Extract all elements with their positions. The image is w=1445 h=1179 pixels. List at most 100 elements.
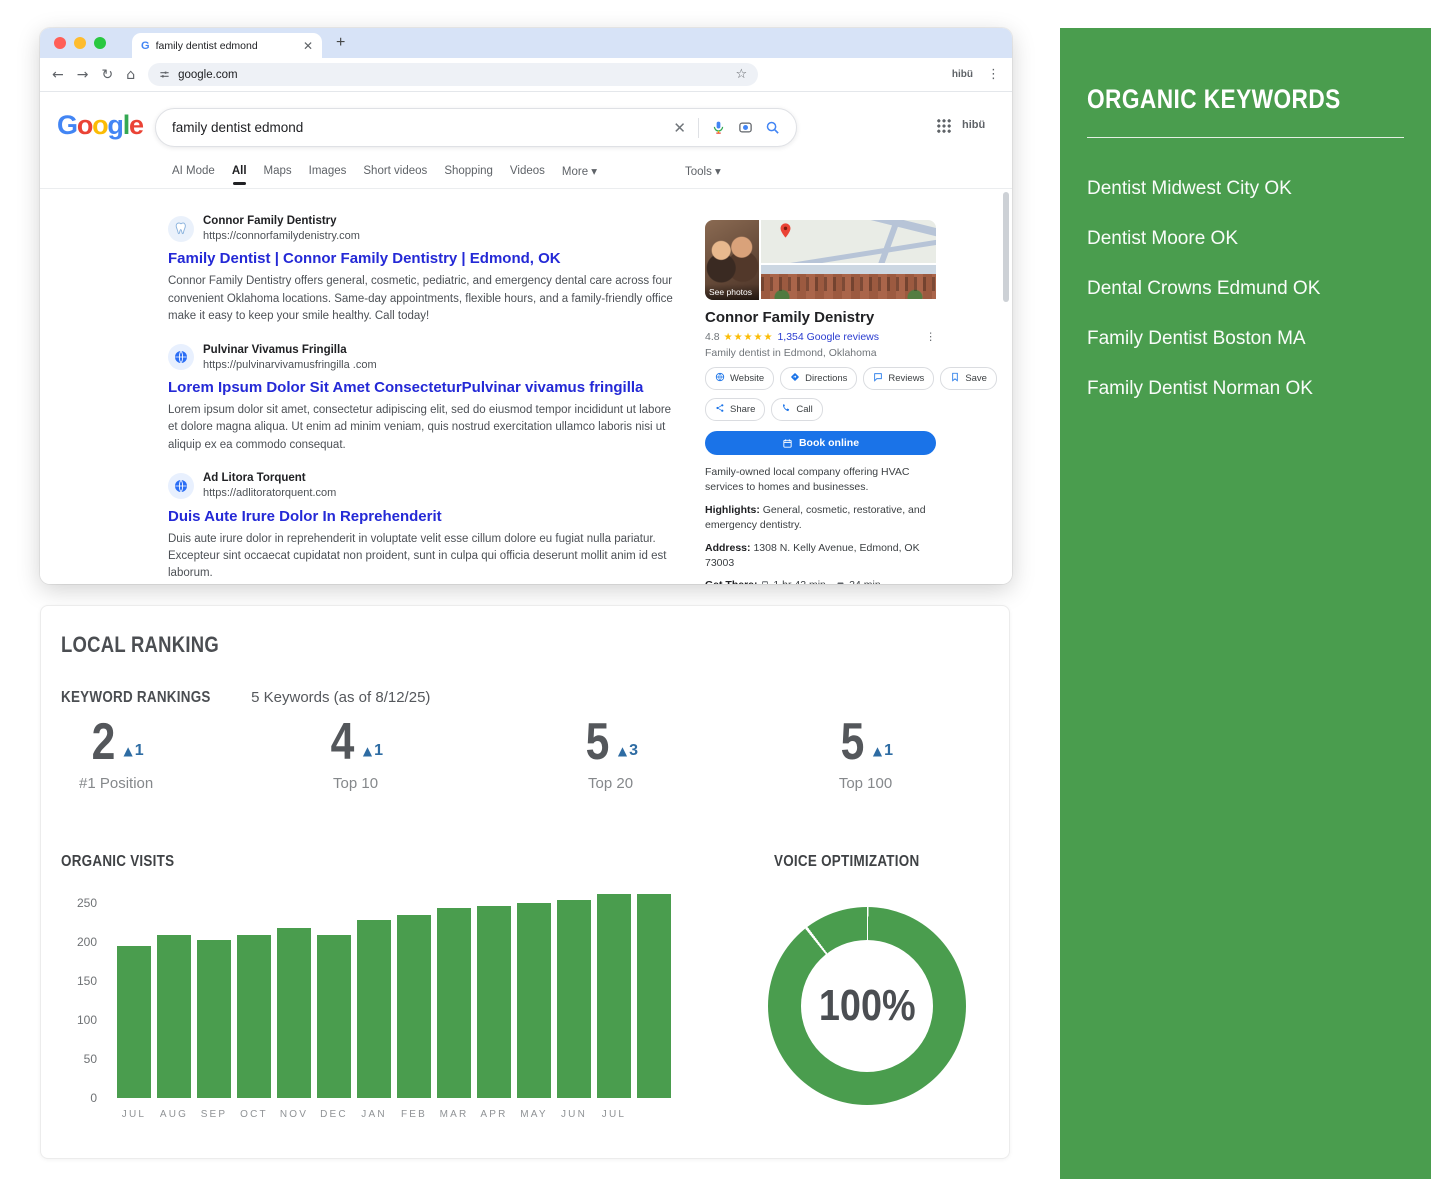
serp-tab-shopping[interactable]: Shopping — [444, 165, 493, 177]
chip-reviews[interactable]: Reviews — [863, 367, 934, 390]
business-description: Family-owned local company offering HVAC… — [705, 465, 936, 495]
y-tick-label: 200 — [77, 935, 97, 949]
browser-menu-icon[interactable]: ⋮ — [987, 67, 1000, 82]
up-triangle-icon: ▲ — [618, 744, 627, 758]
result-title-link[interactable]: Lorem Ipsum Dolor Sit Amet ConsecteturPu… — [168, 379, 692, 396]
browser-tab[interactable]: G family dentist edmond ✕ — [132, 33, 322, 58]
organic-visits-bar — [237, 935, 271, 1098]
reviews-icon — [873, 372, 883, 385]
home-icon[interactable]: ⌂ — [126, 68, 135, 82]
bar-column: JUL — [597, 894, 631, 1098]
bookmark-star-icon[interactable]: ☆ — [735, 67, 747, 82]
result-header[interactable]: Ad Litora Torquenthttps://adlitoratorque… — [168, 471, 692, 500]
bar-column: MAR — [437, 908, 471, 1098]
result-site-name: Ad Litora Torquent — [203, 471, 336, 486]
panel-menu-icon[interactable]: ⋮ — [926, 331, 937, 343]
bar-column: APR — [477, 906, 511, 1098]
forward-arrow-icon[interactable]: → — [77, 68, 89, 82]
x-tick-label: JAN — [361, 1109, 387, 1120]
search-icon[interactable] — [765, 120, 780, 135]
address-bar[interactable]: google.com ☆ — [148, 63, 758, 86]
mic-icon[interactable] — [711, 120, 726, 135]
organic-visits-bar — [117, 946, 151, 1098]
result-header[interactable]: Connor Family Dentistryhttps://connorfam… — [168, 214, 692, 243]
google-apps-grid-icon[interactable] — [937, 119, 951, 133]
reviews-link[interactable]: 1,354 Google reviews — [777, 331, 879, 343]
globe-favicon-icon — [168, 473, 194, 499]
tab-close-icon[interactable]: ✕ — [303, 40, 313, 52]
chip-share[interactable]: Share — [705, 398, 765, 421]
tab-title: family dentist edmond — [156, 40, 297, 52]
see-photos-button[interactable]: See photos — [705, 284, 759, 300]
get-there-label: Get There: — [705, 579, 758, 584]
organic-visits-bar — [317, 935, 351, 1098]
business-photo[interactable]: See photos — [705, 220, 759, 300]
chip-label: Share — [730, 404, 755, 415]
lens-icon[interactable] — [738, 120, 753, 135]
site-settings-icon[interactable] — [159, 69, 170, 80]
chip-website[interactable]: Website — [705, 367, 774, 390]
y-tick-label: 100 — [77, 1013, 97, 1027]
serp-tab-ai-mode[interactable]: AI Mode — [172, 165, 215, 177]
searchbox-divider — [698, 118, 699, 138]
serp-tab-images[interactable]: Images — [309, 165, 347, 177]
reload-icon[interactable]: ↻ — [101, 68, 113, 82]
window-minimize-button[interactable] — [74, 37, 86, 49]
book-online-button[interactable]: Book online — [705, 431, 936, 455]
chip-directions[interactable]: Directions — [780, 367, 857, 390]
chip-save[interactable]: Save — [940, 367, 997, 390]
business-subtitle: Family dentist in Edmond, Oklahoma — [705, 347, 936, 359]
building-photo[interactable] — [761, 265, 936, 299]
chip-label: Reviews — [888, 373, 924, 384]
serp-tab-all[interactable]: All — [232, 165, 247, 177]
rating-stars-icon: ★★★★★ — [724, 332, 774, 343]
organic-visits-title: ORGANIC VISITS — [61, 853, 174, 871]
search-nav-tabs: AI Mode All Maps Images Short videos Shopping… — [172, 164, 597, 178]
transit-time: 1 hr 42 min — [773, 579, 826, 584]
organic-visits-bar — [557, 900, 591, 1098]
up-triangle-icon: ▲ — [363, 744, 372, 758]
x-tick-label: OCT — [240, 1109, 268, 1120]
knowledge-panel: See photos Connor Family Denistry — [705, 220, 936, 584]
result-snippet: Lorem ipsum dolor sit amet, consectetur … — [168, 402, 680, 454]
serp-tab-short-videos[interactable]: Short videos — [363, 165, 427, 177]
keyword-item: Family Dentist Norman OK — [1087, 364, 1404, 414]
window-zoom-button[interactable] — [94, 37, 106, 49]
serp-tab-videos[interactable]: Videos — [510, 165, 545, 177]
browser-window: G family dentist edmond ✕ + ← → ↻ ⌂ goog… — [40, 28, 1012, 584]
window-close-button[interactable] — [54, 37, 66, 49]
account-chip[interactable]: hibü — [962, 119, 985, 131]
serp-tab-maps[interactable]: Maps — [264, 165, 292, 177]
donut-center: 100% — [801, 940, 933, 1072]
search-input[interactable]: family dentist edmond ✕ — [155, 108, 797, 147]
tools-menu[interactable]: Tools ▾ — [685, 164, 721, 178]
bar-column: MAY — [517, 903, 551, 1098]
stat-number-row: 5▲3 — [583, 718, 638, 767]
result-source: Pulvinar Vivamus Fringillahttps://pulvin… — [203, 343, 377, 372]
y-tick-label: 0 — [90, 1091, 97, 1105]
result-header[interactable]: Pulvinar Vivamus Fringillahttps://pulvin… — [168, 343, 692, 372]
organic-visits-bar — [517, 903, 551, 1098]
scrollbar-thumb[interactable] — [1003, 192, 1009, 302]
y-tick-label: 150 — [77, 974, 97, 988]
result-title-link[interactable]: Duis Aute Irure Dolor In Reprehenderit — [168, 508, 692, 525]
x-tick-label: MAR — [440, 1109, 469, 1120]
clear-search-icon[interactable]: ✕ — [673, 119, 686, 137]
x-tick-label: AUG — [160, 1109, 188, 1120]
map-thumbnail[interactable] — [761, 220, 936, 263]
bar-column: JUL — [117, 946, 151, 1098]
logo-letter: o — [77, 110, 92, 140]
google-logo[interactable]: Google — [57, 110, 143, 141]
back-arrow-icon[interactable]: ← — [52, 68, 64, 82]
organic-visits-bar — [397, 915, 431, 1098]
serp-tab-more[interactable]: More ▾ — [562, 164, 597, 178]
chip-call[interactable]: Call — [771, 398, 822, 421]
browser-profile-chip[interactable]: hibü — [952, 69, 973, 80]
voice-optimization-title: VOICE OPTIMIZATION — [774, 853, 919, 871]
result-title-link[interactable]: Family Dentist | Connor Family Dentistry… — [168, 250, 692, 267]
new-tab-button[interactable]: + — [336, 28, 345, 58]
bar-column: FEB — [397, 915, 431, 1098]
result-site-name: Connor Family Dentistry — [203, 214, 360, 229]
search-result: Ad Litora Torquenthttps://adlitoratorque… — [168, 471, 692, 583]
organic-keywords-title: ORGANIC KEYWORDS — [1087, 84, 1341, 115]
